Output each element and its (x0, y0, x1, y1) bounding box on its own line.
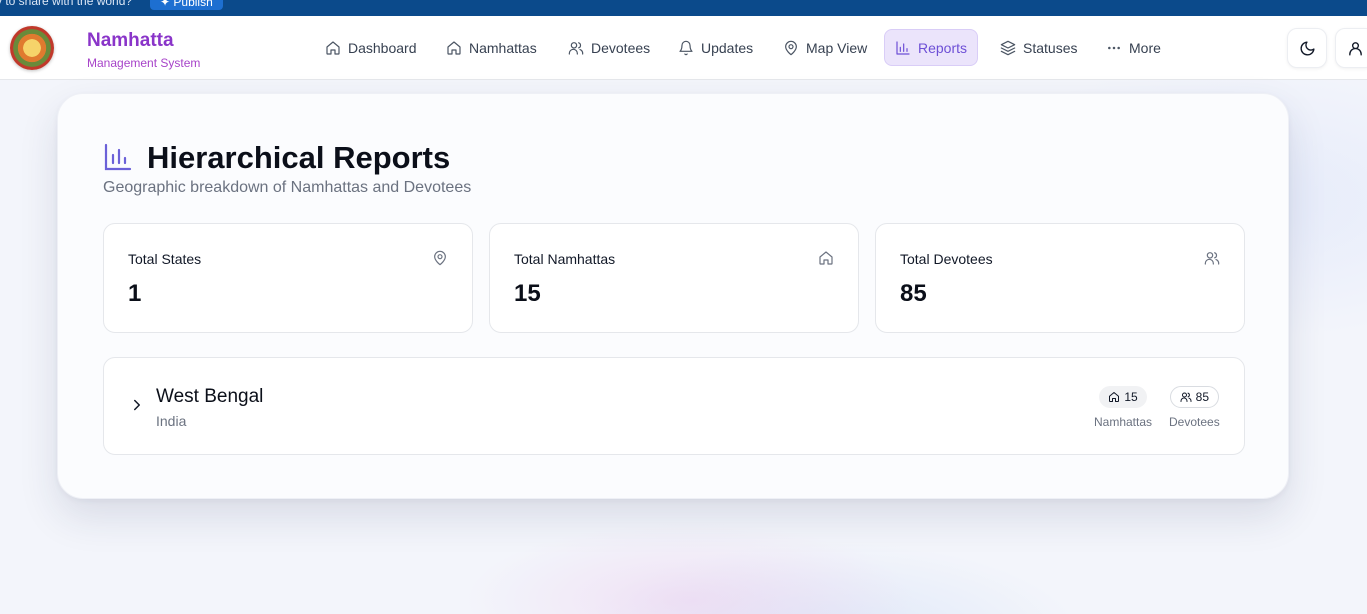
stat-value: 15 (514, 280, 541, 307)
stat-label: Total Namhattas (514, 251, 616, 267)
theme-toggle-button[interactable] (1287, 28, 1327, 68)
more-horizontal-icon (1108, 46, 1120, 50)
devotees-count-badge: 85 (1169, 386, 1220, 408)
publish-button-label: Publish (173, 0, 213, 9)
users-icon (568, 42, 584, 55)
stat-label: Total Devotees (900, 251, 993, 267)
brand-subtitle: Management System (87, 56, 201, 70)
reports-card: Hierarchical Reports Geographic breakdow… (57, 93, 1289, 499)
nav-map-view[interactable]: Map View (773, 30, 877, 66)
map-pin-icon (432, 250, 448, 266)
home-icon (447, 41, 461, 55)
nav-statuses[interactable]: Statuses (990, 30, 1087, 66)
nav-updates-label: Updates (701, 40, 754, 56)
app-header: Namhatta Management System Dashboard Nam… (0, 16, 1367, 80)
bar-chart-icon (103, 142, 133, 172)
nav-map-view-label: Map View (806, 40, 868, 56)
devotees-caption: Devotees (1169, 415, 1220, 429)
stat-card-total-namhattas: Total Namhattas 15 (489, 223, 859, 333)
nav-statuses-label: Statuses (1023, 40, 1078, 56)
devotees-count-group: 85 Devotees (1169, 386, 1220, 429)
publish-strip: y to share with the world? ✦ Publish (0, 0, 1367, 16)
layers-icon (1000, 40, 1016, 56)
state-row-west-bengal[interactable]: West Bengal India 15 Namhattas 85 Devote… (103, 357, 1245, 455)
nav-devotees[interactable]: Devotees (558, 30, 660, 66)
map-pin-icon (785, 40, 797, 56)
publish-button[interactable]: ✦ Publish (150, 0, 223, 10)
bar-chart-icon (896, 40, 910, 55)
home-icon (1109, 392, 1120, 402)
nav-namhattas[interactable]: Namhattas (436, 30, 547, 66)
nav-updates[interactable]: Updates (668, 30, 763, 66)
stat-value: 85 (900, 280, 927, 307)
devotees-count: 85 (1195, 390, 1210, 404)
app-logo[interactable] (10, 26, 54, 70)
home-icon (326, 41, 340, 55)
stat-card-total-states: Total States 1 (103, 223, 473, 333)
state-name: West Bengal (156, 386, 264, 407)
nav-dashboard-label: Dashboard (348, 40, 417, 56)
stat-card-total-devotees: Total Devotees 85 (875, 223, 1245, 333)
publish-message: y to share with the world? (0, 0, 133, 8)
namhattas-caption: Namhattas (1094, 415, 1153, 429)
stat-value: 1 (128, 280, 142, 307)
nav-reports-label: Reports (918, 39, 968, 56)
home-icon (818, 250, 834, 266)
nav-reports[interactable]: Reports (884, 29, 979, 66)
nav-devotees-label: Devotees (591, 40, 651, 56)
user-icon (1348, 41, 1362, 56)
page-title: Hierarchical Reports (147, 140, 451, 175)
namhattas-count-group: 15 Namhattas (1094, 386, 1152, 429)
nav-more-label: More (1129, 40, 1161, 56)
nav-more[interactable]: More (1096, 30, 1171, 66)
users-icon (1204, 250, 1220, 266)
users-icon (1180, 392, 1192, 402)
stat-label: Total States (128, 251, 202, 267)
nav-dashboard[interactable]: Dashboard (315, 30, 427, 66)
brand-title: Namhatta (87, 30, 174, 51)
bell-icon (679, 40, 693, 56)
moon-icon (1300, 40, 1315, 55)
namhattas-count-badge: 15 (1099, 386, 1147, 408)
page-subtitle: Geographic breakdown of Namhattas and De… (103, 179, 472, 196)
chevron-right-icon[interactable] (128, 396, 146, 414)
namhattas-count: 15 (1124, 390, 1138, 404)
nav-namhattas-label: Namhattas (469, 40, 537, 56)
state-country: India (156, 413, 187, 429)
user-menu-button[interactable] (1335, 28, 1367, 68)
